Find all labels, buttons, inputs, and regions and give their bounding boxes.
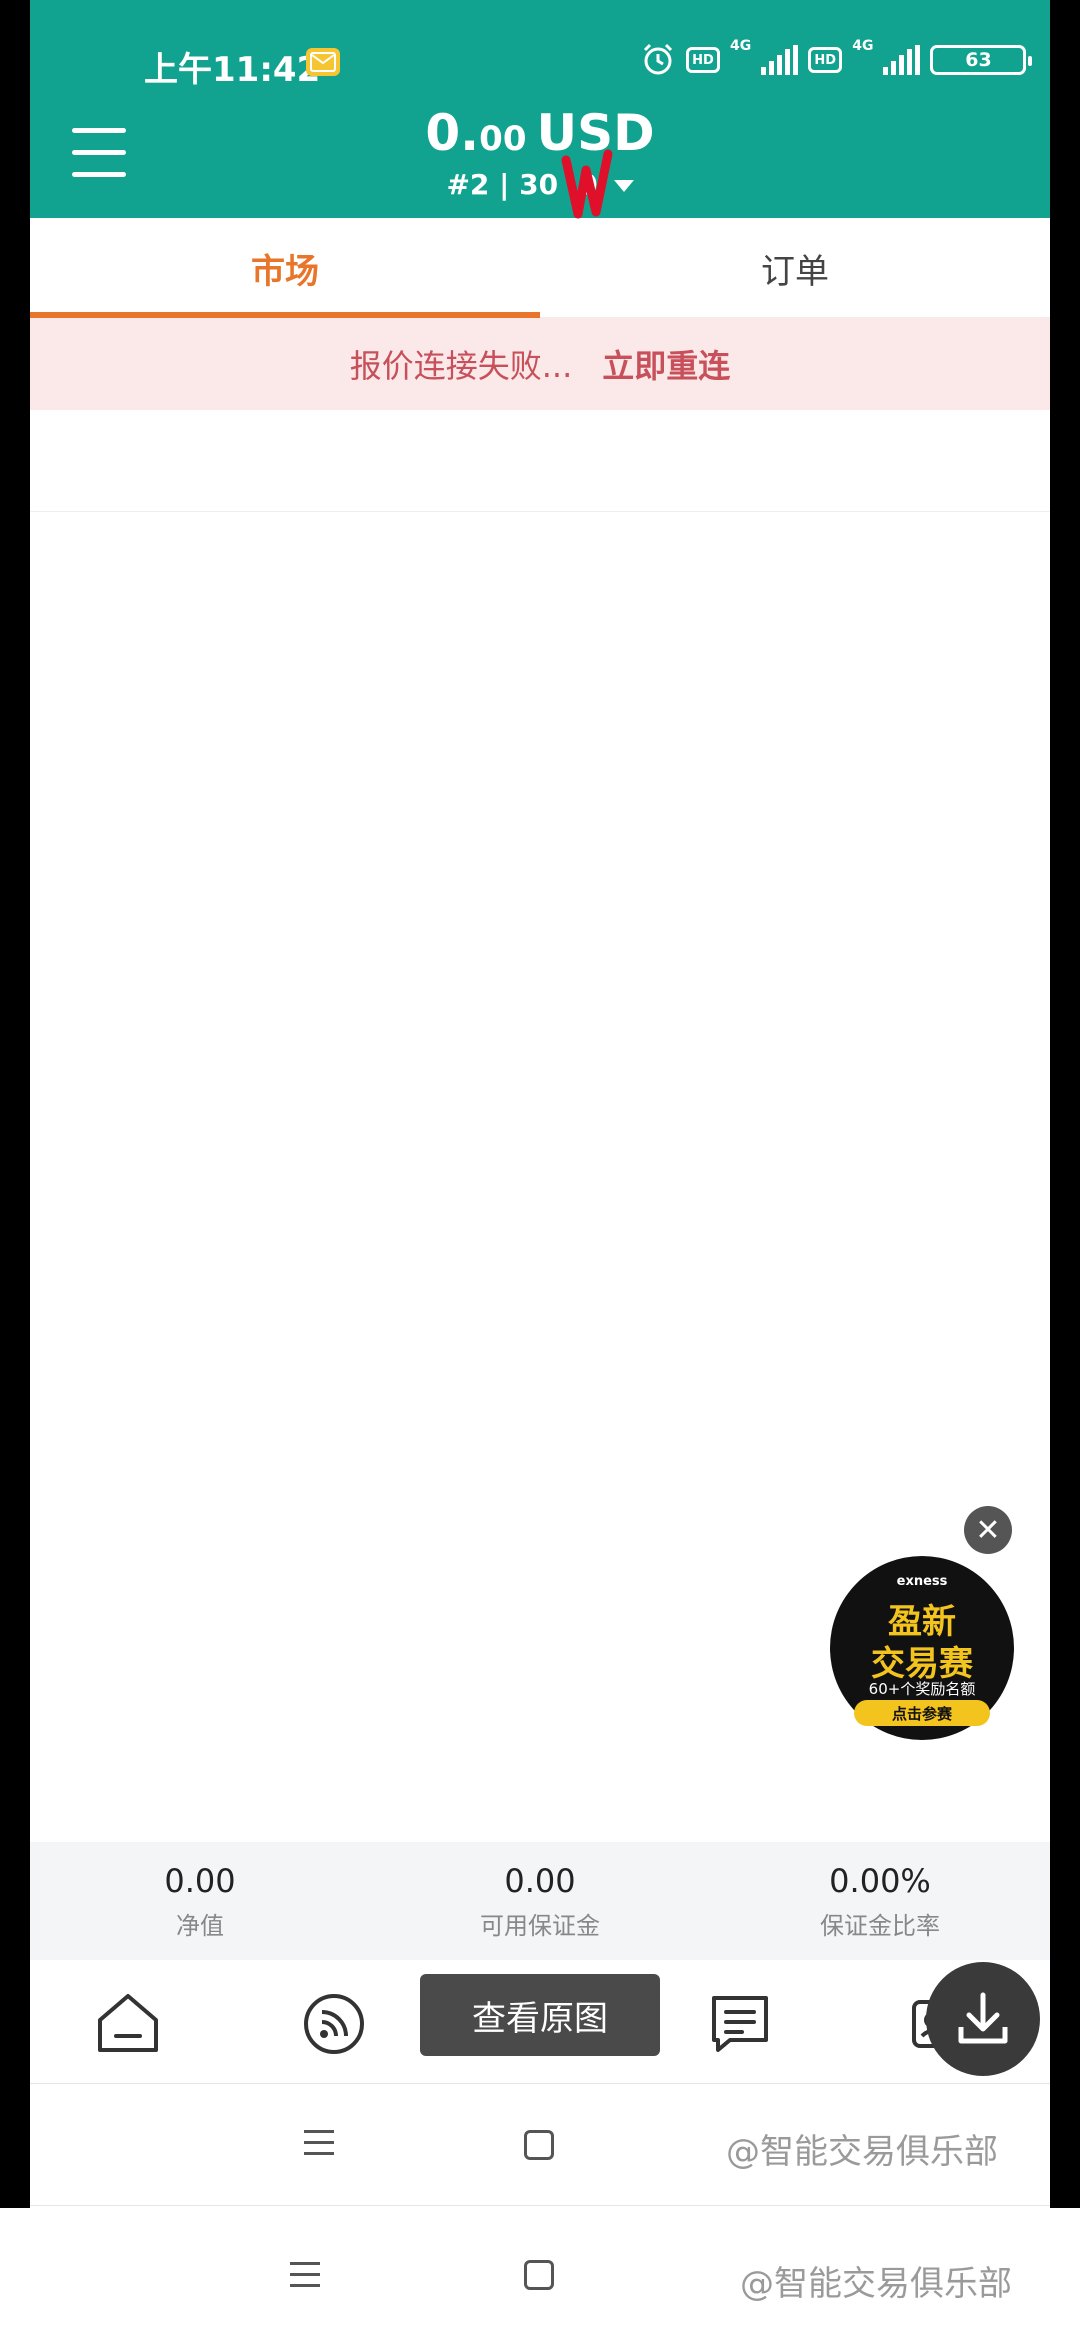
stat-value: 0.00 <box>164 1862 236 1900</box>
hd-badge: HD <box>686 47 720 73</box>
bottom-nav: 查看原图 <box>30 1960 1050 2084</box>
account-number: #2 | 30 <box>446 168 559 201</box>
stat-margin-level: 0.00% 保证金比率 <box>710 1842 1050 1960</box>
tab-orders[interactable]: 订单 <box>540 218 1050 318</box>
app-screen: 上午11:42 HD 4G HD 4G 63 0.00 USD #2 | 30 0 … <box>30 0 1050 2208</box>
account-stats: 0.00 净值 0.00 可用保证金 0.00% 保证金比率 <box>30 1842 1050 1960</box>
view-original-button[interactable]: 查看原图 <box>420 1974 660 2056</box>
recent-apps-icon[interactable] <box>304 2130 338 2158</box>
balance-integer: 0. <box>425 104 480 162</box>
promo-close-button[interactable]: ✕ <box>964 1506 1012 1554</box>
mail-icon <box>306 48 340 76</box>
system-nav-bar: @智能交易俱乐部 <box>30 2086 1050 2206</box>
promo-badge[interactable]: exness 盈新 交易赛 60+个奖励名额 点击参赛 <box>830 1556 1014 1740</box>
quote-list-header <box>30 410 1050 512</box>
stat-free-margin: 0.00 可用保证金 <box>370 1842 710 1960</box>
home-button-icon-2[interactable] <box>524 2260 554 2290</box>
stat-label: 净值 <box>176 1912 224 1940</box>
home-button-icon[interactable] <box>524 2130 554 2160</box>
watermark: @智能交易俱乐部 <box>726 2132 998 2172</box>
hd-badge-2: HD <box>808 47 843 73</box>
stat-value: 0.00 <box>504 1862 576 1900</box>
account-balance: 0.00 USD <box>30 104 1050 162</box>
battery-level: 63 <box>965 49 992 71</box>
account-selector[interactable]: #2 | 30 0 <box>30 168 1050 201</box>
status-icons: HD 4G HD 4G 63 <box>640 38 1033 80</box>
download-icon <box>958 1992 1008 2044</box>
promo-join-button[interactable]: 点击参赛 <box>854 1700 990 1726</box>
tab-market[interactable]: 市场 <box>30 218 540 318</box>
caret-down-icon <box>613 180 634 192</box>
balance-decimal: 00 <box>479 119 527 159</box>
battery-icon: 63 <box>930 45 1033 75</box>
home-icon[interactable] <box>94 1990 162 2058</box>
network-label-2: 4G <box>852 38 874 54</box>
redaction-mark <box>561 149 613 219</box>
stat-label: 可用保证金 <box>480 1912 600 1940</box>
download-button[interactable] <box>926 1962 1040 2076</box>
stat-label: 保证金比率 <box>820 1912 940 1940</box>
reconnect-link[interactable]: 立即重连 <box>602 341 730 387</box>
connection-alert: 报价连接失败... 立即重连 <box>30 318 1050 410</box>
alert-message: 报价连接失败... <box>349 347 573 385</box>
stat-value: 0.00% <box>829 1862 931 1900</box>
alarm-icon <box>643 43 673 75</box>
stat-equity: 0.00 净值 <box>30 1842 370 1960</box>
recent-apps-icon-2[interactable] <box>290 2262 324 2290</box>
signal-icon-2 <box>883 45 921 75</box>
status-time: 上午11:42 <box>144 50 321 90</box>
message-icon[interactable] <box>706 1990 774 2058</box>
header: 上午11:42 HD 4G HD 4G 63 0.00 USD #2 | 30 0 <box>30 0 1050 219</box>
outer-system-nav-bar: @智能交易俱乐部 <box>0 2208 1080 2340</box>
signal-icon <box>761 45 799 75</box>
watermark-2: @智能交易俱乐部 <box>740 2264 1012 2304</box>
rss-icon[interactable] <box>300 1990 368 2058</box>
network-label: 4G <box>730 38 752 54</box>
promo-subtitle: 60+个奖励名额 <box>868 1680 976 1698</box>
promo-brand: exness <box>896 1574 948 1589</box>
tab-bar: 市场 订单 <box>30 218 1050 318</box>
